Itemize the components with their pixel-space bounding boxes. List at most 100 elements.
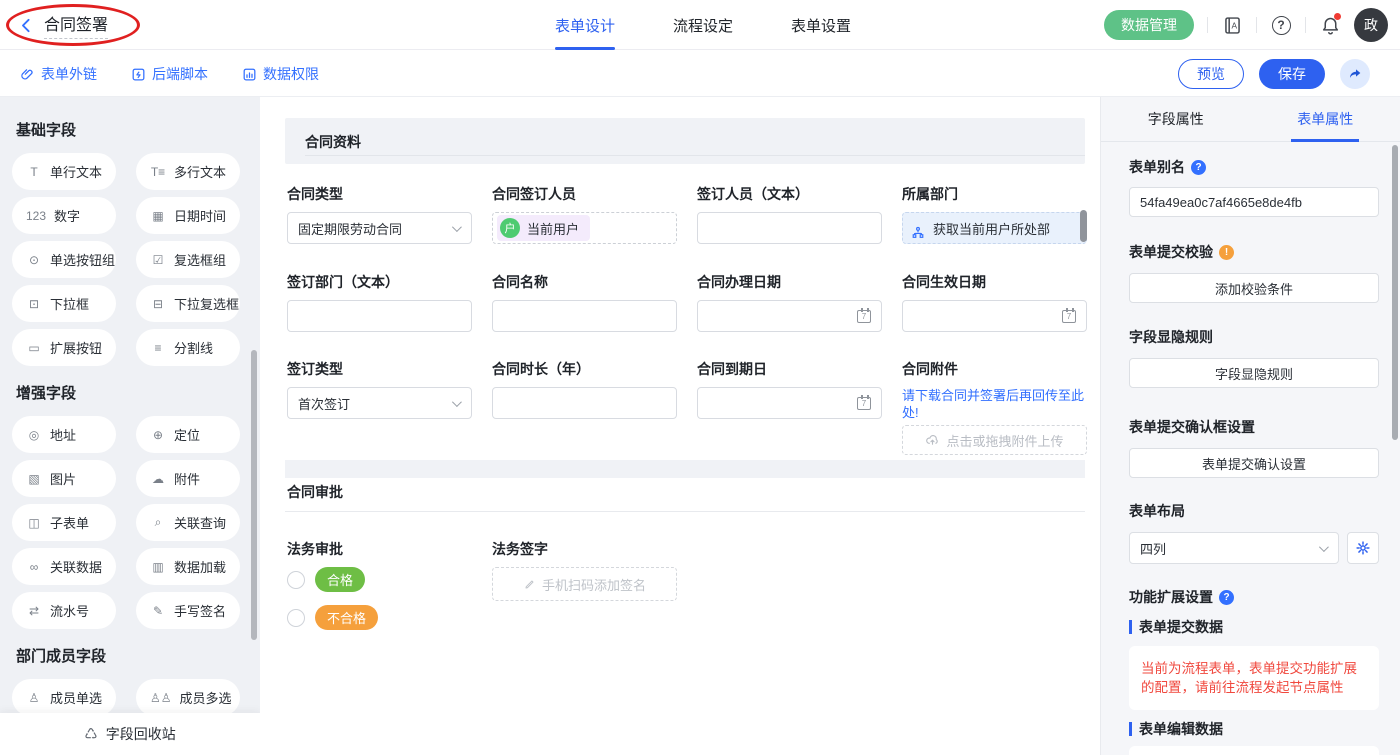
field-item-member-multi[interactable]: ♙♙成员多选 <box>136 679 240 716</box>
field-contract-name[interactable]: 合同名称 <box>492 273 677 332</box>
tab-flow-setting[interactable]: 流程设定 <box>673 0 733 50</box>
multi-line-text-icon: T≡ <box>150 165 166 179</box>
form-layout-select[interactable]: 四列 <box>1129 532 1339 564</box>
preview-button[interactable]: 预览 <box>1178 59 1244 89</box>
contract-type-select[interactable]: 固定期限劳动合同 <box>287 212 472 244</box>
basic-fields-grid: T单行文本 T≡多行文本 123数字 ▦日期时间 ⊙单选按钮组 ☑复选框组 ⊡下… <box>12 153 248 366</box>
signer-member-box[interactable]: 户 当前用户 <box>492 212 677 244</box>
add-validation-button[interactable]: 添加校验条件 <box>1129 273 1379 303</box>
notification-bell-icon[interactable] <box>1319 14 1341 36</box>
field-item-handwritten-signature[interactable]: ✎手写签名 <box>136 592 240 629</box>
form-alias-label: 表单别名 ? <box>1129 158 1379 176</box>
sidebar-scrollbar[interactable] <box>251 350 257 640</box>
group-header-contract-info[interactable]: 合同资料 <box>285 118 1085 164</box>
field-item-image[interactable]: ▧图片 <box>12 460 116 497</box>
attachment-hint-link[interactable]: 请下载合同并签署后再回传至此处! <box>902 387 1087 421</box>
field-item-linked-data[interactable]: ∞关联数据 <box>12 548 116 585</box>
canvas-scrollbar[interactable] <box>1080 210 1087 242</box>
attachment-upload-button[interactable]: 点击或拖拽附件上传 <box>902 425 1087 455</box>
share-button[interactable] <box>1340 59 1370 89</box>
field-visibility-button[interactable]: 字段显隐规则 <box>1129 358 1379 388</box>
panel-scrollbar[interactable] <box>1392 145 1398 440</box>
field-handle-date[interactable]: 合同办理日期 <box>697 273 882 332</box>
sign-dept-text-input[interactable] <box>287 300 472 332</box>
field-item-attachment[interactable]: ☁附件 <box>136 460 240 497</box>
effective-date-input[interactable] <box>902 300 1087 332</box>
field-item-multi-dropdown[interactable]: ⊟下拉复选框 <box>136 285 240 322</box>
field-item-address[interactable]: ◎地址 <box>12 416 116 453</box>
tab-form-properties[interactable]: 表单属性 <box>1251 97 1400 141</box>
field-sign-type[interactable]: 签订类型 首次签订 <box>287 360 472 419</box>
field-item-linked-query[interactable]: ⌕关联查询 <box>136 504 240 541</box>
submit-confirm-button[interactable]: 表单提交确认设置 <box>1129 448 1379 478</box>
field-item-member-single[interactable]: ♙成员单选 <box>12 679 116 716</box>
data-manage-button[interactable]: 数据管理 <box>1104 10 1194 40</box>
radio-icon[interactable] <box>287 571 305 589</box>
field-expire-date[interactable]: 合同到期日 <box>697 360 882 419</box>
extend-button-icon: ▭ <box>26 341 42 355</box>
duration-input[interactable] <box>492 387 677 419</box>
field-recycle-bin-button[interactable]: ♺ 字段回收站 <box>0 713 260 755</box>
field-item-number[interactable]: 123数字 <box>12 197 116 234</box>
recycle-icon: ♺ <box>84 725 97 743</box>
field-effective-date[interactable]: 合同生效日期 <box>902 273 1087 332</box>
expire-date-input[interactable] <box>697 387 882 419</box>
user-avatar[interactable]: 政 <box>1354 8 1388 42</box>
field-contract-signer-member[interactable]: 合同签订人员 户 当前用户 <box>492 185 677 244</box>
field-signer-text[interactable]: 签订人员（文本） <box>697 185 882 244</box>
field-item-subform[interactable]: ◫子表单 <box>12 504 116 541</box>
field-legal-signature[interactable]: 法务签字 手机扫码添加签名 <box>492 540 677 601</box>
backend-script-action[interactable]: 后端脚本 <box>131 51 208 97</box>
calendar-icon: ▦ <box>150 209 166 223</box>
paperclip-icon <box>20 67 35 82</box>
approval-option-pass[interactable]: 合格 <box>287 567 472 592</box>
contacts-book-icon[interactable]: A <box>1221 14 1243 36</box>
field-item-dropdown[interactable]: ⊡下拉框 <box>12 285 116 322</box>
question-icon[interactable]: ? <box>1219 590 1234 605</box>
field-item-checkbox-group[interactable]: ☑复选框组 <box>136 241 240 278</box>
field-sign-dept-text[interactable]: 签订部门（文本） <box>287 273 472 332</box>
contract-name-input[interactable] <box>492 300 677 332</box>
field-contract-type[interactable]: 合同类型 固定期限劳动合同 <box>287 185 472 244</box>
accent-bar <box>1129 620 1132 634</box>
signature-scan-button[interactable]: 手机扫码添加签名 <box>492 567 677 601</box>
field-item-serial-number[interactable]: ⇄流水号 <box>12 592 116 629</box>
back-chevron-icon[interactable] <box>18 17 35 34</box>
cloud-icon: ☁ <box>150 472 166 486</box>
question-icon[interactable]: ? <box>1191 160 1206 175</box>
tab-field-properties[interactable]: 字段属性 <box>1101 97 1251 141</box>
chevron-down-icon <box>452 222 462 232</box>
current-user-chip[interactable]: 户 当前用户 <box>497 215 590 241</box>
department-box[interactable]: 获取当前用户所处部 <box>902 212 1087 244</box>
external-link-action[interactable]: 表单外链 <box>20 51 97 97</box>
handle-date-input[interactable] <box>697 300 882 332</box>
help-icon[interactable]: ? <box>1270 14 1292 36</box>
layout-settings-button[interactable] <box>1347 532 1379 564</box>
field-item-datetime[interactable]: ▦日期时间 <box>136 197 240 234</box>
field-item-extend-button[interactable]: ▭扩展按钮 <box>12 329 116 366</box>
field-item-geolocation[interactable]: ⊕定位 <box>136 416 240 453</box>
notification-dot <box>1334 13 1341 20</box>
tab-form-design[interactable]: 表单设计 <box>555 0 615 50</box>
back-nav[interactable]: 合同签署 <box>18 0 108 50</box>
sign-type-select[interactable]: 首次签订 <box>287 387 472 419</box>
multi-dropdown-icon: ⊟ <box>150 297 166 311</box>
data-permission-action[interactable]: 数据权限 <box>242 51 319 97</box>
field-item-single-line-text[interactable]: T单行文本 <box>12 153 116 190</box>
approval-option-fail[interactable]: 不合格 <box>287 605 472 630</box>
form-alias-input[interactable]: 54fa49ea0c7af4665e8de4fb <box>1129 187 1379 217</box>
link-data-icon: ∞ <box>26 560 42 574</box>
field-item-data-load[interactable]: ▥数据加载 <box>136 548 240 585</box>
field-item-divider[interactable]: ≡分割线 <box>136 329 240 366</box>
field-item-radio-group[interactable]: ⊙单选按钮组 <box>12 241 116 278</box>
field-legal-approval[interactable]: 法务审批 合格 不合格 <box>287 540 472 643</box>
signer-text-input[interactable] <box>697 212 882 244</box>
radio-icon[interactable] <box>287 609 305 627</box>
field-item-multi-line-text[interactable]: T≡多行文本 <box>136 153 240 190</box>
field-contract-attachment[interactable]: 合同附件 请下载合同并签署后再回传至此处! 点击或拖拽附件上传 <box>902 360 1087 455</box>
field-duration[interactable]: 合同时长（年） <box>492 360 677 419</box>
field-department[interactable]: 所属部门 获取当前用户所处部 <box>902 185 1087 244</box>
save-button[interactable]: 保存 <box>1259 59 1325 89</box>
tab-form-setting[interactable]: 表单设置 <box>791 0 851 50</box>
single-line-text-icon: T <box>26 165 42 179</box>
